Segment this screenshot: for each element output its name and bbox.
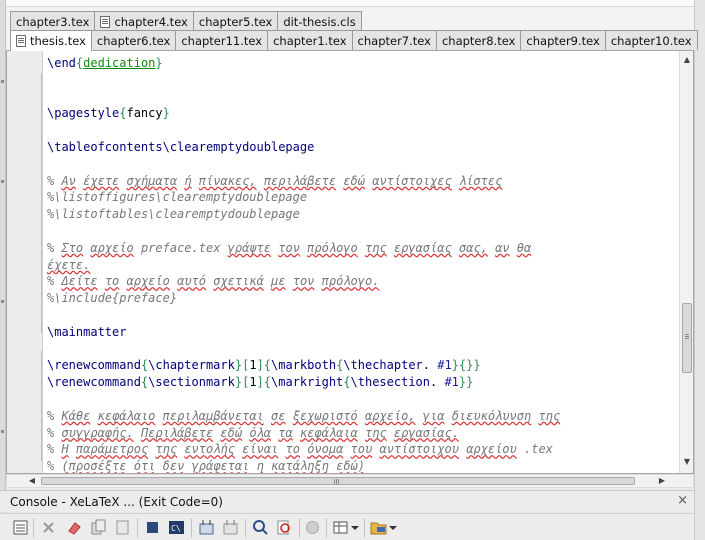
tab-chapter3[interactable]: chapter3.tex	[10, 11, 96, 31]
code-line[interactable]: \mainmatter	[47, 324, 677, 341]
file-icon	[100, 15, 111, 28]
find-red-icon[interactable]	[276, 519, 293, 536]
code-line[interactable]: % Κάθε κεφάλαιο περιλαμβάνεται σε ξεχωρι…	[47, 408, 677, 425]
tab-label: chapter5.tex	[198, 14, 273, 29]
tab-label: chapter11.tex	[181, 33, 263, 48]
code-line[interactable]	[47, 223, 677, 240]
tab-label: chapter10.tex	[610, 33, 692, 48]
grid2-icon[interactable]	[222, 519, 239, 536]
tab-row-1: chapter3.tex chapter4.tex chapter5.tex d…	[10, 11, 362, 31]
vertical-scrollbar[interactable]: ▲ ▼	[679, 51, 693, 473]
code-line[interactable]	[47, 89, 677, 106]
stop-icon[interactable]	[144, 519, 161, 536]
code-line[interactable]: έχετε.	[47, 257, 677, 274]
copy-icon[interactable]	[90, 519, 107, 536]
scroll-left-icon[interactable]: ◀	[27, 476, 37, 486]
tab-chapter10[interactable]: chapter10.tex	[604, 30, 698, 50]
code-line[interactable]: \renewcommand{\sectionmark}[1]{\markrigh…	[47, 374, 677, 391]
tab-chapter11[interactable]: chapter11.tex	[175, 30, 269, 50]
code-text-area[interactable]: \end{dedication} \pagestyle{fancy} \tabl…	[47, 55, 677, 473]
tab-label: chapter3.tex	[16, 14, 90, 29]
table-icon[interactable]	[332, 519, 349, 536]
line-gutter	[7, 51, 43, 473]
svg-text:C\: C\	[171, 524, 181, 533]
dropdown-icon[interactable]	[388, 519, 398, 536]
code-line[interactable]: \end{dedication}	[47, 55, 677, 72]
code-line[interactable]: % Η παράμετρος της εντολής είναι το όνομ…	[47, 441, 677, 458]
tab-chapter1[interactable]: chapter1.tex	[267, 30, 353, 50]
code-line[interactable]: \tableofcontents\clearemptydoublepage	[47, 139, 677, 156]
code-line[interactable]: %\listoffigures\clearemptydoublepage	[47, 189, 677, 206]
code-editor[interactable]: \end{dedication} \pagestyle{fancy} \tabl…	[6, 50, 694, 474]
scroll-down-icon[interactable]: ▼	[682, 457, 692, 467]
tab-label: chapter9.tex	[526, 33, 600, 48]
console-header: Console - XeLaTeX ... (Exit Code=0) ×	[0, 490, 694, 512]
tab-chapter9[interactable]: chapter9.tex	[520, 30, 606, 50]
app-window: chapter3.tex chapter4.tex chapter5.tex d…	[0, 0, 705, 540]
search-icon[interactable]	[252, 519, 269, 536]
tab-bar: chapter3.tex chapter4.tex chapter5.tex d…	[6, 0, 699, 51]
grid-icon[interactable]	[198, 519, 215, 536]
console-title: Console - XeLaTeX ... (Exit Code=0)	[10, 495, 223, 509]
horizontal-scroll-thumb[interactable]	[41, 477, 635, 485]
circle-icon[interactable]	[304, 519, 321, 536]
code-line[interactable]: % συγγραφής. Περιλάβετε εδώ όλα τα κεφάλ…	[47, 425, 677, 442]
code-line[interactable]	[47, 341, 677, 358]
file-icon	[16, 35, 26, 47]
code-line[interactable]: %\include{preface}	[47, 290, 677, 307]
right-side-panel	[694, 0, 705, 540]
tab-chapter4[interactable]: chapter4.tex	[94, 11, 194, 31]
tab-label: chapter6.tex	[96, 33, 171, 48]
close-x-icon[interactable]	[40, 519, 57, 536]
vertical-scroll-thumb[interactable]	[682, 303, 692, 373]
tab-label: thesis.tex	[30, 34, 86, 48]
terminal-icon[interactable]: C\	[168, 519, 185, 536]
code-line[interactable]: % Αν έχετε σχήματα ή πίνακες, περιλάβετε…	[47, 173, 677, 190]
tab-label: chapter7.tex	[357, 33, 431, 48]
tab-thesis[interactable]: thesis.tex	[10, 30, 92, 51]
horizontal-scrollbar[interactable]: ◀ ▶	[6, 474, 694, 488]
tab-dit-thesis[interactable]: dit-thesis.cls	[277, 11, 362, 31]
code-line[interactable]: %\listoftables\clearemptydoublepage	[47, 206, 677, 223]
page-icon[interactable]	[114, 519, 131, 536]
tab-row-2: thesis.tex chapter6.tex chapter11.tex ch…	[10, 30, 698, 51]
tab-label: chapter4.tex	[114, 14, 188, 29]
scroll-right-icon[interactable]: ▶	[657, 476, 667, 486]
code-line[interactable]: % Στο αρχείο preface.tex γράψτε τον πρόλ…	[47, 240, 677, 257]
tab-label: chapter8.tex	[441, 33, 516, 48]
tab-chapter8[interactable]: chapter8.tex	[435, 30, 522, 50]
code-line[interactable]: % (προσέξτε ότι δεν γράφεται η κατάληξη …	[47, 458, 677, 473]
scroll-up-icon[interactable]: ▲	[682, 55, 692, 65]
tab-label: dit-thesis.cls	[283, 14, 356, 29]
tab-chapter7[interactable]: chapter7.tex	[351, 30, 437, 50]
code-line[interactable]	[47, 307, 677, 324]
code-line[interactable]	[47, 122, 677, 139]
code-line[interactable]	[47, 156, 677, 173]
tab-chapter6[interactable]: chapter6.tex	[90, 30, 177, 50]
tab-label: chapter1.tex	[273, 33, 347, 48]
close-icon[interactable]: ×	[677, 493, 688, 508]
code-line[interactable]	[47, 72, 677, 89]
code-line[interactable]	[47, 391, 677, 408]
folder-icon[interactable]	[370, 519, 387, 536]
eraser-icon[interactable]	[66, 519, 83, 536]
dropdown-icon[interactable]	[350, 519, 360, 536]
tab-chapter5[interactable]: chapter5.tex	[192, 11, 279, 31]
code-line[interactable]: % Δείτε το αρχείο αυτό σχετικά με τον πρ…	[47, 273, 677, 290]
code-line[interactable]: \pagestyle{fancy}	[47, 105, 677, 122]
list-icon[interactable]	[12, 519, 29, 536]
code-line[interactable]: \renewcommand{\chaptermark}[1]{\markboth…	[47, 357, 677, 374]
console-toolbar: C\	[0, 513, 694, 540]
